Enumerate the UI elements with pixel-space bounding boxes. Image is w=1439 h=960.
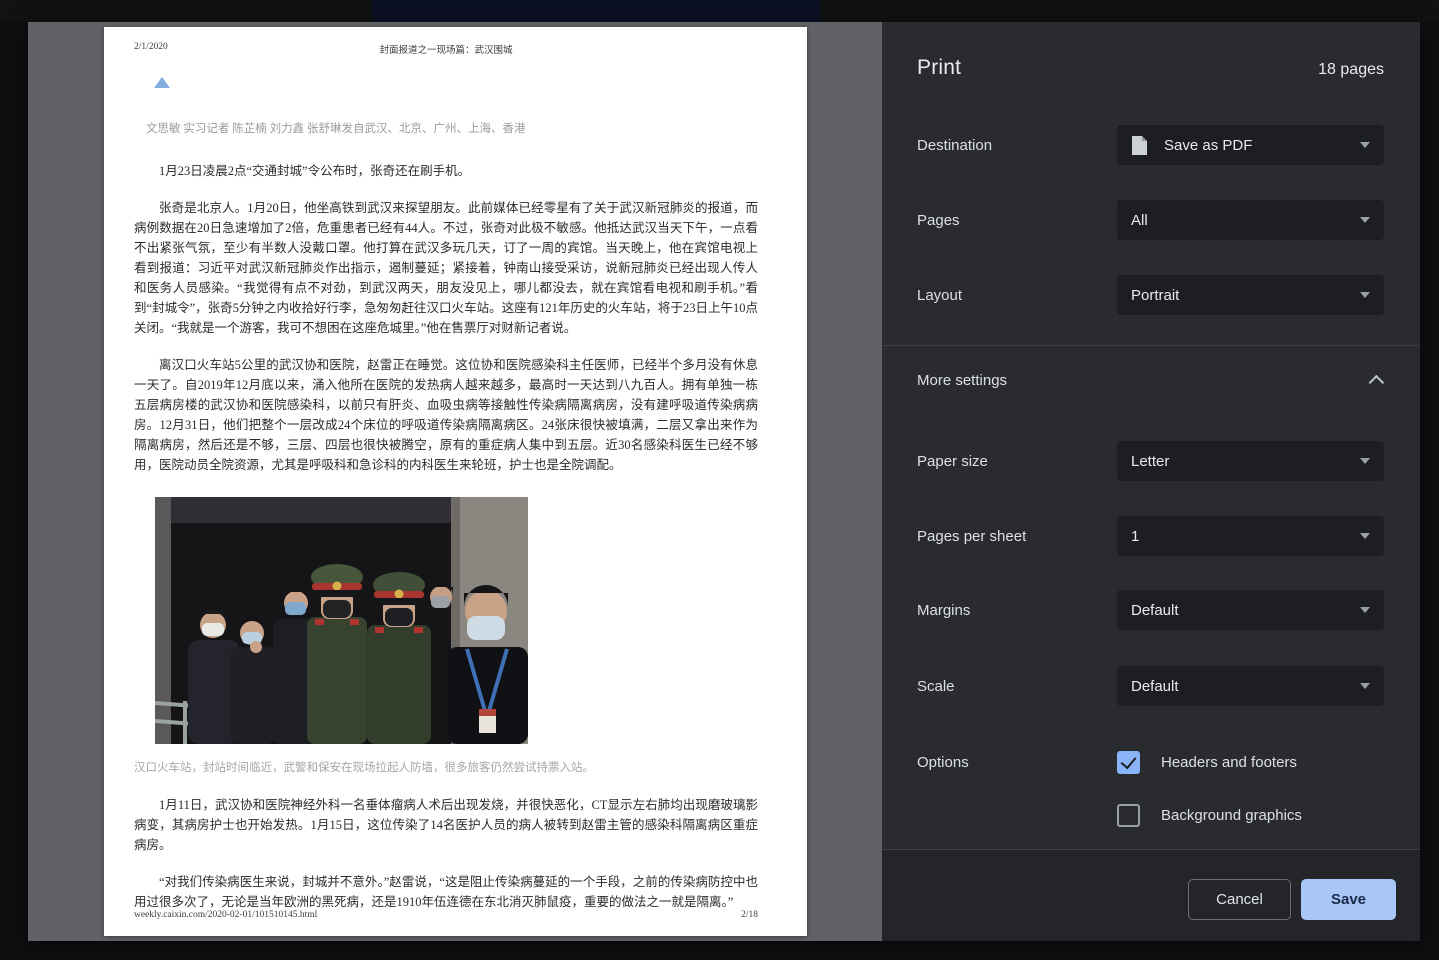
document-footer-url: weekly.caixin.com/2020-02-01/101510145.h…	[134, 910, 317, 920]
pages-per-sheet-dropdown[interactable]: 1	[1117, 516, 1384, 556]
more-settings-toggle[interactable]: More settings	[917, 368, 1384, 392]
background-graphics-label: Background graphics	[1161, 807, 1302, 824]
section-divider	[882, 345, 1420, 346]
layout-dropdown[interactable]: Portrait	[1117, 275, 1384, 315]
options-label: Options	[917, 754, 969, 771]
chevron-down-icon	[1360, 683, 1370, 689]
pages-dropdown[interactable]: All	[1117, 200, 1384, 240]
pages-value: All	[1131, 212, 1360, 229]
headers-footers-checkbox[interactable]: Headers and footers	[1117, 751, 1297, 774]
document-body: 文思敏 实习记者 陈芷楠 刘力鑫 张舒琳发自武汉、北京、广州、上海、香港 1月2…	[134, 119, 758, 912]
background-hero-strip	[373, 0, 820, 22]
scale-value: Default	[1131, 678, 1360, 695]
paper-size-dropdown[interactable]: Letter	[1117, 441, 1384, 481]
back-to-top-icon	[154, 77, 170, 88]
print-dialog: 2/1/2020 封面报道之一现场篇：武汉围城 文思敏 实习记者 陈芷楠 刘力鑫…	[28, 22, 1420, 941]
margins-value: Default	[1131, 602, 1360, 619]
page-count: 18 pages	[1318, 61, 1384, 79]
chevron-down-icon	[1360, 607, 1370, 613]
destination-label: Destination	[917, 137, 992, 154]
scale-dropdown[interactable]: Default	[1117, 666, 1384, 706]
article-paragraph: 离汉口火车站5公里的武汉协和医院，赵雷正在睡觉。这位协和医院感染科主任医师，已经…	[134, 355, 758, 475]
article-photo-placeholder	[155, 497, 528, 744]
chevron-down-icon	[1360, 533, 1370, 539]
background-graphics-checkbox[interactable]: Background graphics	[1117, 804, 1302, 827]
article-paragraph: 张奇是北京人。1月20日，他坐高铁到武汉来探望朋友。此前媒体已经零星有了关于武汉…	[134, 198, 758, 338]
margins-dropdown[interactable]: Default	[1117, 590, 1384, 630]
margins-label: Margins	[917, 602, 970, 619]
pages-per-sheet-label: Pages per sheet	[917, 528, 1026, 545]
article-paragraph: 1月23日凌晨2点“交通封城”令公布时，张奇还在刷手机。	[134, 161, 758, 181]
chevron-up-icon	[1369, 374, 1385, 390]
document-header: 2/1/2020 封面报道之一现场篇：武汉围城	[134, 42, 758, 56]
document-header-date: 2/1/2020	[134, 42, 168, 52]
pages-per-sheet-value: 1	[1131, 528, 1360, 545]
checkbox-checked-icon	[1117, 751, 1140, 774]
document-footer: weekly.caixin.com/2020-02-01/101510145.h…	[134, 910, 758, 920]
print-preview-pane[interactable]: 2/1/2020 封面报道之一现场篇：武汉围城 文思敏 实习记者 陈芷楠 刘力鑫…	[28, 22, 882, 941]
preview-page: 2/1/2020 封面报道之一现场篇：武汉围城 文思敏 实习记者 陈芷楠 刘力鑫…	[104, 27, 807, 936]
checkbox-unchecked-icon	[1117, 804, 1140, 827]
dialog-title: Print	[917, 56, 961, 80]
save-button[interactable]: Save	[1301, 879, 1396, 920]
article-paragraph: “对我们传染病医生来说，封城并不意外。”赵雷说，“这是阻止传染病蔓延的一个手段，…	[134, 872, 758, 912]
dialog-footer: Cancel Save	[882, 849, 1420, 941]
destination-value: Save as PDF	[1164, 137, 1360, 154]
destination-dropdown[interactable]: Save as PDF	[1117, 125, 1384, 165]
chevron-down-icon	[1360, 217, 1370, 223]
cancel-button[interactable]: Cancel	[1188, 879, 1291, 920]
background-browser-strip	[0, 0, 1439, 22]
document-footer-page-number: 2/18	[741, 910, 758, 920]
article-byline: 文思敏 实习记者 陈芷楠 刘力鑫 张舒琳发自武汉、北京、广州、上海、香港	[146, 119, 758, 139]
pdf-file-icon	[1131, 135, 1148, 156]
chevron-down-icon	[1360, 292, 1370, 298]
chevron-down-icon	[1360, 458, 1370, 464]
document-header-title: 封面报道之一现场篇：武汉围城	[134, 42, 758, 56]
scale-label: Scale	[917, 678, 955, 695]
chevron-down-icon	[1360, 142, 1370, 148]
more-settings-label: More settings	[917, 372, 1007, 389]
photo-caption: 汉口火车站，封站时间临近，武警和保安在现场拉起人防墙，很多旅客仍然尝试持票入站。	[134, 758, 758, 778]
layout-value: Portrait	[1131, 287, 1360, 304]
article-photo	[155, 497, 528, 744]
paper-size-value: Letter	[1131, 453, 1360, 470]
layout-label: Layout	[917, 287, 962, 304]
pages-label: Pages	[917, 212, 960, 229]
headers-footers-label: Headers and footers	[1161, 754, 1297, 771]
article-paragraph: 1月11日，武汉协和医院神经外科一名垂体瘤病人术后出现发烧，并很快恶化，CT显示…	[134, 795, 758, 855]
print-settings-panel: Print 18 pages Destination Save as PDF P…	[882, 22, 1420, 941]
paper-size-label: Paper size	[917, 453, 988, 470]
